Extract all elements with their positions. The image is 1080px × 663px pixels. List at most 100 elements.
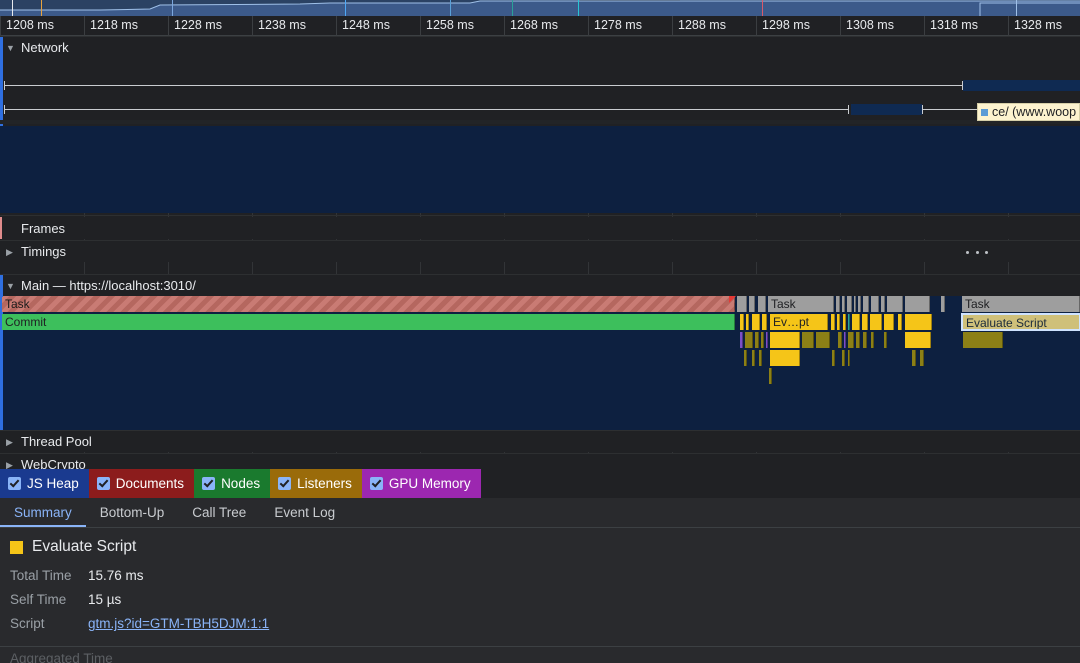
checkbox-checked-icon[interactable] xyxy=(278,477,292,490)
flame-event[interactable] xyxy=(769,368,772,384)
flame-event[interactable] xyxy=(844,332,846,348)
flame-event[interactable] xyxy=(963,332,1003,348)
flame-event[interactable] xyxy=(905,314,932,330)
flame-event-task[interactable] xyxy=(758,296,766,312)
track-header-webcrypto[interactable]: ▶ WebCrypto xyxy=(0,453,1080,469)
flame-event-task[interactable] xyxy=(871,296,879,312)
track-header-main[interactable]: ▼ Main — https://localhost:3010/ xyxy=(0,274,1080,297)
flame-event-evaluate-script-selected[interactable]: Evaluate Script xyxy=(962,314,1080,330)
counter-toggle-documents[interactable]: Documents xyxy=(88,469,195,498)
track-header-thread-pool[interactable]: ▶ Thread Pool xyxy=(0,430,1080,452)
flame-event[interactable] xyxy=(746,314,749,330)
flame-event[interactable] xyxy=(920,350,924,366)
flame-event-task[interactable]: Task xyxy=(962,296,1080,312)
tab-summary[interactable]: Summary xyxy=(0,498,86,527)
counter-toggle-js-heap[interactable]: JS Heap xyxy=(0,469,89,498)
flame-event[interactable] xyxy=(831,314,835,330)
flame-event-task[interactable] xyxy=(749,296,755,312)
flame-event-task[interactable] xyxy=(905,296,930,312)
flame-event[interactable] xyxy=(740,314,744,330)
flame-event[interactable] xyxy=(856,332,860,348)
chevron-right-icon[interactable]: ▶ xyxy=(6,431,20,453)
network-request-row[interactable] xyxy=(0,104,1080,115)
flame-event[interactable] xyxy=(838,332,842,348)
flame-event[interactable] xyxy=(842,350,845,366)
chevron-right-icon[interactable]: ▶ xyxy=(6,454,20,470)
chevron-right-icon[interactable]: ▶ xyxy=(6,241,20,263)
flame-event-task[interactable] xyxy=(941,296,945,312)
summary-value: 15.76 ms xyxy=(88,568,144,583)
track-header-timings[interactable]: ▶ Timings xyxy=(0,240,1080,262)
track-header-network[interactable]: ▼ Network xyxy=(0,36,1080,59)
flame-event[interactable] xyxy=(898,314,902,330)
flame-event[interactable] xyxy=(816,332,830,348)
flame-event[interactable] xyxy=(837,314,840,330)
flame-event[interactable] xyxy=(752,314,760,330)
flame-event-task[interactable] xyxy=(887,296,903,312)
flame-event[interactable] xyxy=(905,332,931,348)
counter-toggle-nodes[interactable]: Nodes xyxy=(194,469,271,498)
flame-event[interactable] xyxy=(755,332,759,348)
flame-event[interactable] xyxy=(852,314,860,330)
track-header-frames[interactable]: Frames xyxy=(0,217,1080,239)
chevron-down-icon[interactable]: ▼ xyxy=(6,37,20,59)
network-request-row[interactable] xyxy=(0,80,1080,91)
flame-event-task[interactable] xyxy=(858,296,861,312)
flame-event[interactable] xyxy=(843,314,846,330)
tab-call-tree[interactable]: Call Tree xyxy=(178,498,260,527)
flame-event[interactable] xyxy=(848,350,850,366)
flame-event[interactable] xyxy=(770,350,800,366)
flame-event-task[interactable]: Task xyxy=(768,296,834,312)
checkbox-checked-icon[interactable] xyxy=(96,477,110,490)
flame-event[interactable] xyxy=(871,332,874,348)
flame-event-task[interactable] xyxy=(847,296,852,312)
flame-event[interactable] xyxy=(759,350,762,366)
flame-event[interactable] xyxy=(848,314,850,330)
flame-event[interactable] xyxy=(761,332,764,348)
script-source-link[interactable]: gtm.js?id=GTM-TBH5DJM:1:1 xyxy=(88,616,269,631)
flame-event[interactable] xyxy=(744,350,747,366)
network-resize-handle[interactable] xyxy=(966,247,988,257)
flame-event-task[interactable] xyxy=(737,296,747,312)
flame-event[interactable] xyxy=(862,314,868,330)
flame-event-task[interactable] xyxy=(836,296,840,312)
flame-event[interactable] xyxy=(863,332,867,348)
flame-event-commit[interactable]: Commit xyxy=(2,314,735,330)
flame-event[interactable] xyxy=(766,332,768,348)
counter-toggle-gpu-memory[interactable]: GPU Memory xyxy=(361,469,481,498)
flame-event-task[interactable] xyxy=(854,296,856,312)
flame-event[interactable] xyxy=(870,314,882,330)
chevron-down-icon[interactable]: ▼ xyxy=(6,275,20,297)
flame-event[interactable] xyxy=(740,332,743,348)
counter-toggle-listeners[interactable]: Listeners xyxy=(270,469,362,498)
checkbox-checked-icon[interactable] xyxy=(369,477,383,490)
flame-event-task[interactable] xyxy=(863,296,869,312)
details-tabbar[interactable]: Summary Bottom-Up Call Tree Event Log xyxy=(0,498,1080,528)
ruler-label: 1258 ms xyxy=(426,18,474,32)
timeline-ruler[interactable]: 1208 ms 1218 ms 1228 ms 1238 ms 1248 ms … xyxy=(0,16,1080,36)
flame-event[interactable] xyxy=(912,350,916,366)
flame-event[interactable] xyxy=(770,332,800,348)
flame-event[interactable] xyxy=(832,350,835,366)
tab-bottom-up[interactable]: Bottom-Up xyxy=(86,498,179,527)
performance-overview-strip[interactable] xyxy=(0,0,1080,16)
flame-event-task[interactable]: Task xyxy=(2,296,735,312)
tab-event-log[interactable]: Event Log xyxy=(260,498,349,527)
checkbox-checked-icon[interactable] xyxy=(8,477,21,490)
flame-event[interactable] xyxy=(884,314,894,330)
flame-event[interactable] xyxy=(884,332,887,348)
flame-event-evaluate-script[interactable]: Ev…pt xyxy=(770,314,828,330)
flame-event[interactable] xyxy=(762,314,767,330)
checkbox-checked-icon[interactable] xyxy=(202,477,216,490)
flame-event[interactable] xyxy=(745,332,753,348)
network-track[interactable]: ce/ (www.woop xyxy=(0,58,1080,213)
flame-event-task[interactable] xyxy=(842,296,845,312)
main-thread-flame-chart[interactable]: Task Task Task Commit Ev…pt Evaluate Scr… xyxy=(0,296,1080,436)
flame-event[interactable] xyxy=(752,350,755,366)
ruler-label: 1288 ms xyxy=(678,18,726,32)
counters-legend[interactable]: JS Heap Documents Nodes Listeners GPU Me… xyxy=(0,469,1080,498)
flame-event[interactable] xyxy=(802,332,814,348)
flame-event[interactable] xyxy=(848,332,854,348)
flame-chart-tracks[interactable]: ▼ Network ce/ (www.woop Frames ▶ Timings… xyxy=(0,36,1080,469)
flame-event-task[interactable] xyxy=(881,296,885,312)
